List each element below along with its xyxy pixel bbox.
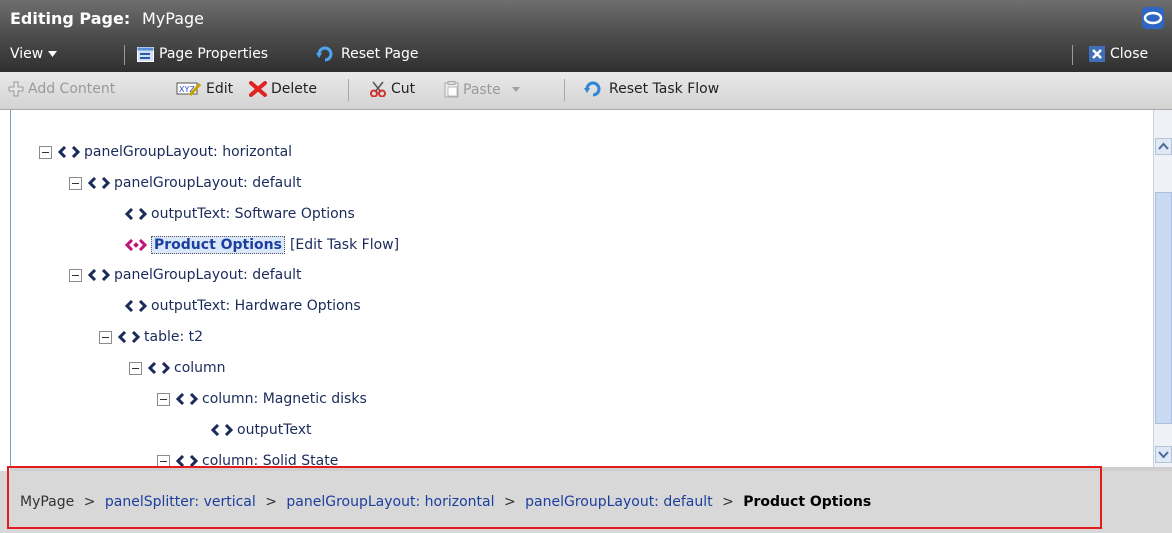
tree-node-label: column: Magnetic disks bbox=[202, 391, 367, 407]
collapse-toggle-icon[interactable] bbox=[69, 176, 82, 190]
chevron-down-icon bbox=[1158, 451, 1169, 459]
menu-divider bbox=[1072, 45, 1073, 65]
page-title-prefix: Editing Page: bbox=[10, 9, 131, 28]
tree-node[interactable]: table: t2 bbox=[99, 329, 203, 345]
component-tag-icon bbox=[148, 362, 170, 374]
edit-task-flow-link[interactable]: [Edit Task Flow] bbox=[290, 237, 399, 253]
chevron-up-icon bbox=[1158, 142, 1169, 150]
edit-icon: XYZ bbox=[176, 82, 202, 97]
component-tag-icon bbox=[118, 331, 140, 343]
oracle-logo-icon bbox=[1142, 7, 1164, 29]
close-button[interactable]: Close bbox=[1089, 46, 1148, 62]
menu-bar: View Page Properties Reset Page Close bbox=[0, 38, 1172, 72]
scroll-thumb[interactable] bbox=[1155, 192, 1172, 424]
collapse-toggle-icon[interactable] bbox=[157, 392, 170, 406]
close-label: Close bbox=[1110, 46, 1149, 62]
component-tag-icon bbox=[88, 269, 110, 281]
tree-scrollbar[interactable] bbox=[1153, 110, 1172, 467]
cut-label: Cut bbox=[391, 81, 416, 97]
collapse-toggle-icon[interactable] bbox=[69, 268, 82, 282]
cut-button[interactable]: Cut bbox=[369, 81, 415, 97]
reset-task-flow-label: Reset Task Flow bbox=[609, 81, 720, 97]
tree-node-label: outputText bbox=[237, 422, 312, 438]
toolbar-divider bbox=[348, 79, 349, 101]
view-menu-label: View bbox=[10, 46, 44, 62]
view-menu[interactable]: View bbox=[10, 46, 58, 62]
tree-node[interactable]: panelGroupLayout: default bbox=[69, 175, 301, 191]
clipboard-icon bbox=[444, 81, 459, 98]
title-bar: Editing Page: MyPage bbox=[0, 0, 1172, 38]
paste-button[interactable]: Paste bbox=[444, 81, 523, 98]
scroll-up-button[interactable] bbox=[1155, 138, 1172, 155]
page-properties-label: Page Properties bbox=[159, 46, 269, 62]
reset-icon bbox=[316, 46, 333, 62]
reset-page-label: Reset Page bbox=[341, 46, 419, 62]
tree-node[interactable]: column bbox=[129, 360, 226, 376]
reset-page-button[interactable]: Reset Page bbox=[316, 46, 418, 62]
delete-icon bbox=[249, 81, 267, 97]
chevron-down-icon bbox=[48, 51, 58, 57]
collapse-toggle-icon[interactable] bbox=[39, 145, 52, 159]
component-tag-icon bbox=[125, 300, 147, 312]
close-icon bbox=[1089, 46, 1105, 62]
annotation-highlight-box bbox=[7, 466, 1102, 529]
collapse-toggle-icon[interactable] bbox=[99, 330, 112, 344]
delete-label: Delete bbox=[271, 81, 317, 97]
page-properties-icon bbox=[137, 46, 154, 62]
chevron-down-icon bbox=[511, 86, 520, 92]
component-tree: panelGroupLayout: horizontal panelGroupL… bbox=[10, 110, 1154, 467]
scroll-down-button[interactable] bbox=[1155, 446, 1172, 463]
add-content-icon bbox=[8, 81, 24, 97]
tree-node[interactable]: panelGroupLayout: default bbox=[69, 267, 301, 283]
tree-node[interactable]: outputText: Software Options bbox=[125, 206, 355, 222]
page-title-name: MyPage bbox=[142, 9, 205, 28]
tree-node-selected[interactable]: Product Options [Edit Task Flow] bbox=[125, 236, 399, 254]
tree-node-label: panelGroupLayout: default bbox=[114, 175, 302, 191]
tree-node[interactable]: panelGroupLayout: horizontal bbox=[39, 144, 292, 160]
task-flow-icon bbox=[125, 239, 147, 251]
tree-node-label: outputText: Hardware Options bbox=[151, 298, 361, 314]
collapse-toggle-icon[interactable] bbox=[129, 361, 142, 375]
edit-label: Edit bbox=[206, 81, 234, 97]
component-tag-icon bbox=[88, 177, 110, 189]
tree-node[interactable]: column: Magnetic disks bbox=[157, 391, 367, 407]
tree-node-label: column bbox=[174, 360, 226, 376]
add-content-label: Add Content bbox=[28, 81, 116, 97]
tree-node-label: outputText: Software Options bbox=[151, 206, 355, 222]
tree-node-label: table: t2 bbox=[144, 329, 204, 345]
tree-node[interactable]: outputText bbox=[211, 422, 312, 438]
page-properties-button[interactable]: Page Properties bbox=[137, 46, 268, 62]
delete-button[interactable]: Delete bbox=[249, 81, 317, 97]
component-toolbar: Add Content XYZ Edit Delete Cut Paste Re… bbox=[0, 72, 1172, 110]
toolbar-divider bbox=[564, 79, 565, 101]
edit-button[interactable]: XYZ Edit bbox=[176, 81, 233, 97]
tree-node-label: panelGroupLayout: default bbox=[114, 267, 302, 283]
tree-node[interactable]: outputText: Hardware Options bbox=[125, 298, 361, 314]
tree-node[interactable]: column: Solid State bbox=[157, 453, 338, 467]
tree-node-label: column: Solid State bbox=[202, 453, 339, 467]
menu-divider bbox=[124, 45, 125, 65]
reset-task-flow-button[interactable]: Reset Task Flow bbox=[583, 81, 719, 97]
tree-node-label: Product Options bbox=[151, 236, 285, 254]
add-content-button[interactable]: Add Content bbox=[8, 81, 115, 97]
component-tag-icon bbox=[58, 146, 80, 158]
component-tag-icon bbox=[176, 393, 198, 405]
scissors-icon bbox=[370, 81, 386, 97]
component-tag-icon bbox=[211, 424, 233, 436]
paste-label: Paste bbox=[463, 81, 501, 98]
component-tag-icon bbox=[125, 208, 147, 220]
reset-icon bbox=[584, 81, 601, 97]
tree-node-label: panelGroupLayout: horizontal bbox=[84, 144, 293, 160]
